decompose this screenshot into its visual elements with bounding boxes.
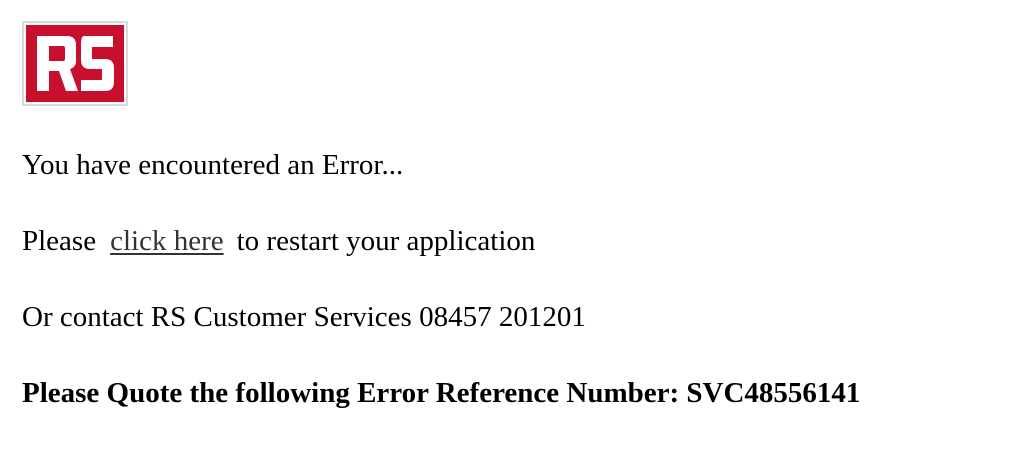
error-reference: Please Quote the following Error Referen… — [22, 377, 861, 409]
error-heading: You have encountered an Error... — [22, 149, 404, 181]
contact-info: Or contact RS Customer Services 08457 20… — [22, 301, 586, 333]
restart-link[interactable]: click here — [110, 225, 224, 257]
restart-suffix: to restart your application — [236, 225, 536, 257]
rs-logo — [22, 21, 128, 106]
restart-prefix: Please — [22, 225, 97, 257]
restart-instruction: Please click here to restart your applicat… — [22, 224, 535, 258]
